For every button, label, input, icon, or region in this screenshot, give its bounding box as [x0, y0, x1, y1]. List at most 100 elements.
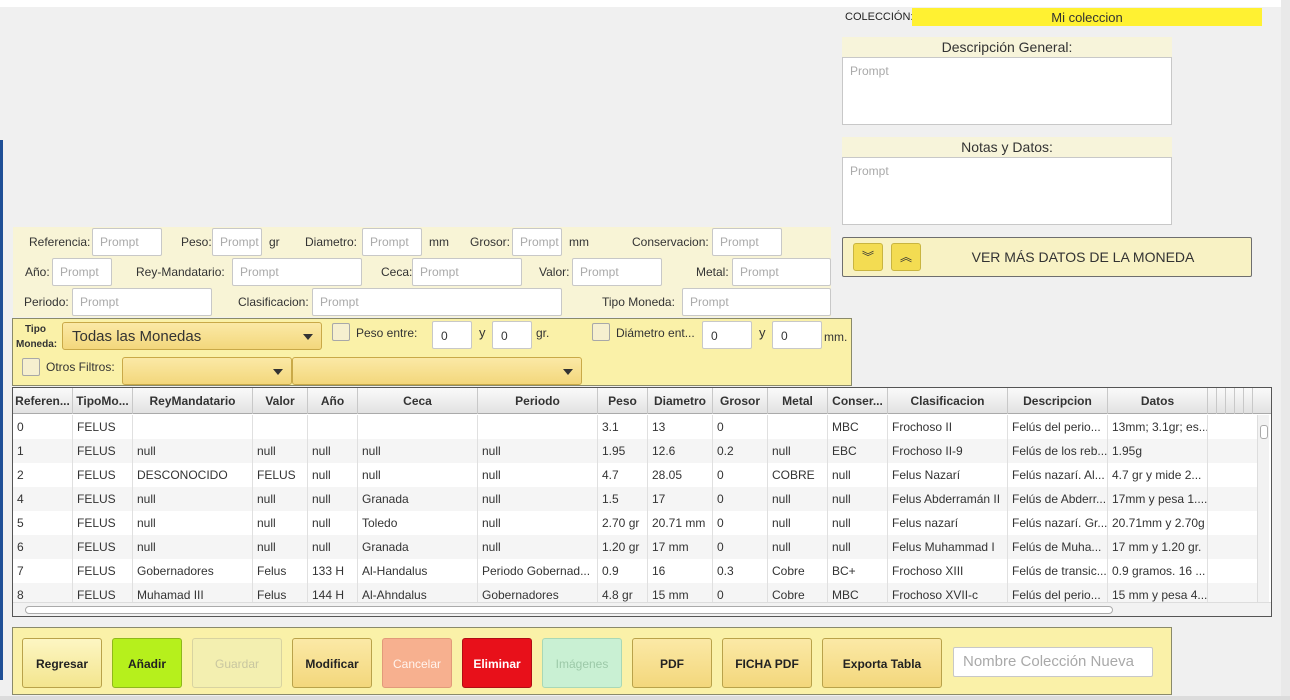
column-header[interactable]: Referen...	[13, 388, 73, 414]
table-cell: 1.95g	[1108, 439, 1208, 463]
collapse-down-button[interactable]: ︾	[853, 243, 883, 271]
grosor-input[interactable]: Prompt	[512, 228, 562, 256]
peso-filter-checkbox[interactable]	[332, 323, 350, 341]
diametro-max-input[interactable]: 0	[772, 321, 822, 349]
diametro-min-input[interactable]: 0	[702, 321, 752, 349]
table-cell: null	[478, 511, 598, 535]
anio-input[interactable]: Prompt	[52, 258, 112, 286]
table-row[interactable]: 1 FELUS null null null null null 1.95 12.6 0.2 nul…	[13, 439, 1257, 463]
table-cell: Al-Handalus	[358, 559, 478, 583]
table-cell: Frochoso XIII	[888, 559, 1008, 583]
table-cell: null	[828, 535, 888, 559]
rey-label: Rey-Mandatario:	[136, 265, 225, 279]
column-header[interactable]: Datos	[1108, 388, 1208, 414]
column-header[interactable]: Descripcion	[1008, 388, 1108, 414]
eliminar-button[interactable]: Eliminar	[462, 638, 532, 688]
diametro-filter-checkbox[interactable]	[592, 323, 610, 341]
horizontal-scrollbar[interactable]	[13, 602, 1271, 616]
peso-min-input[interactable]: 0	[432, 321, 472, 349]
table-cell: 16	[648, 559, 713, 583]
peso-filter-unit: gr.	[536, 326, 550, 340]
table-cell: Felús de los reb...	[1008, 439, 1108, 463]
referencia-input[interactable]: Prompt	[92, 228, 162, 256]
column-header[interactable]: Año	[308, 388, 358, 414]
table-row[interactable]: 4 FELUS null null null Granada null 1.5 17 0 null n…	[13, 487, 1257, 511]
column-header[interactable]: ReyMandatario	[133, 388, 253, 414]
table-cell: null	[308, 511, 358, 535]
diametro-input[interactable]: Prompt	[362, 228, 422, 256]
table-cell: 6	[13, 535, 73, 559]
table-row[interactable]: 0 FELUS 3.1 13 0 MBC Frochoso II Felús del peri…	[13, 415, 1257, 439]
table-cell: 0.9 gramos. 16 ...	[1108, 559, 1208, 583]
column-header[interactable]: Metal	[768, 388, 828, 414]
guardar-button[interactable]: Guardar	[192, 638, 282, 688]
column-header[interactable]: Clasificacion	[888, 388, 1008, 414]
otros-filtros-checkbox[interactable]	[22, 358, 40, 376]
valor-input[interactable]: Prompt	[572, 258, 662, 286]
clasificacion-input[interactable]: Prompt	[312, 288, 562, 316]
table-cell: null	[253, 487, 308, 511]
table-cell: 28.05	[648, 463, 713, 487]
vertical-scrollbar[interactable]	[1257, 415, 1269, 603]
table-cell: 0	[13, 415, 73, 439]
column-header[interactable]: Peso	[598, 388, 648, 414]
otros-filtros-select-1[interactable]	[122, 357, 292, 385]
column-header[interactable]: TipoMo...	[73, 388, 133, 414]
notas-textarea[interactable]: Prompt	[842, 157, 1172, 225]
table-cell: null	[253, 439, 308, 463]
regresar-button[interactable]: Regresar	[22, 638, 102, 688]
ver-mas-label[interactable]: VER MÁS DATOS DE LA MONEDA	[933, 249, 1233, 265]
table-cell: Felus Nazarí	[888, 463, 1008, 487]
descripcion-card: Descripción General: Prompt	[842, 37, 1172, 125]
column-header[interactable]: Periodo	[478, 388, 598, 414]
anadir-button[interactable]: Añadir	[112, 638, 182, 688]
peso-max-input[interactable]: 0	[492, 321, 532, 349]
column-header[interactable]: Ceca	[358, 388, 478, 414]
periodo-input[interactable]: Prompt	[72, 288, 212, 316]
table-cell: 5	[13, 511, 73, 535]
vertical-scroll-thumb[interactable]	[1260, 425, 1268, 439]
table-cell: null	[358, 463, 478, 487]
table-cell: 1	[13, 439, 73, 463]
notas-card: Notas y Datos: Prompt	[842, 137, 1172, 225]
diametro-unit: mm	[429, 235, 449, 249]
modificar-button[interactable]: Modificar	[292, 638, 372, 688]
tipo-moneda-input[interactable]: Prompt	[682, 288, 831, 316]
ceca-input[interactable]: Prompt	[412, 258, 522, 286]
exporta-tabla-button[interactable]: Exporta Tabla	[822, 638, 942, 688]
table-row[interactable]: 6 FELUS null null null Granada null 1.20 gr 17 m…	[13, 535, 1257, 559]
table-cell: 20.71 mm	[648, 511, 713, 535]
metal-input[interactable]: Prompt	[732, 258, 831, 286]
pdf-button[interactable]: PDF	[632, 638, 712, 688]
descripcion-textarea[interactable]: Prompt	[842, 57, 1172, 125]
peso-unit: gr	[269, 235, 280, 249]
table-cell: 1.95	[598, 439, 648, 463]
expand-up-button[interactable]: ︽	[891, 243, 921, 271]
peso-input[interactable]: Prompt	[212, 228, 262, 256]
table-cell	[253, 415, 308, 439]
table-cell: Felús nazarí. Gr...	[1008, 511, 1108, 535]
horizontal-scroll-thumb[interactable]	[25, 606, 1113, 614]
table-row[interactable]: 5 FELUS null null null Toledo null 2.70 gr 20.71…	[13, 511, 1257, 535]
otros-filtros-select-2[interactable]	[292, 357, 582, 385]
conservacion-input[interactable]: Prompt	[712, 228, 782, 256]
table-cell: null	[768, 535, 828, 559]
table-cell: null	[308, 487, 358, 511]
table-cell: 7	[13, 559, 73, 583]
column-header[interactable]: Conser...	[828, 388, 888, 414]
valor-label: Valor:	[539, 265, 570, 279]
cancelar-button[interactable]: Cancelar	[382, 638, 452, 688]
table-row[interactable]: 2 FELUS DESCONOCIDO FELUS null null null 4.7 28.…	[13, 463, 1257, 487]
nueva-coleccion-input[interactable]: Nombre Colección Nueva	[953, 647, 1153, 677]
table-row[interactable]: 7 FELUS Gobernadores Felus 133 H Al-Handalus P…	[13, 559, 1257, 583]
rey-input[interactable]: Prompt	[232, 258, 362, 286]
column-header[interactable]: Grosor	[713, 388, 768, 414]
column-header-filler	[1208, 388, 1217, 414]
column-header[interactable]: Valor	[253, 388, 308, 414]
tipo-moneda-select[interactable]: Todas las Monedas	[62, 322, 322, 350]
table-cell: Granada	[358, 487, 478, 511]
column-header[interactable]: Diametro	[648, 388, 713, 414]
imagenes-button[interactable]: Imágenes	[542, 638, 622, 688]
table-cell: 0	[713, 535, 768, 559]
ficha-pdf-button[interactable]: FICHA PDF	[722, 638, 812, 688]
